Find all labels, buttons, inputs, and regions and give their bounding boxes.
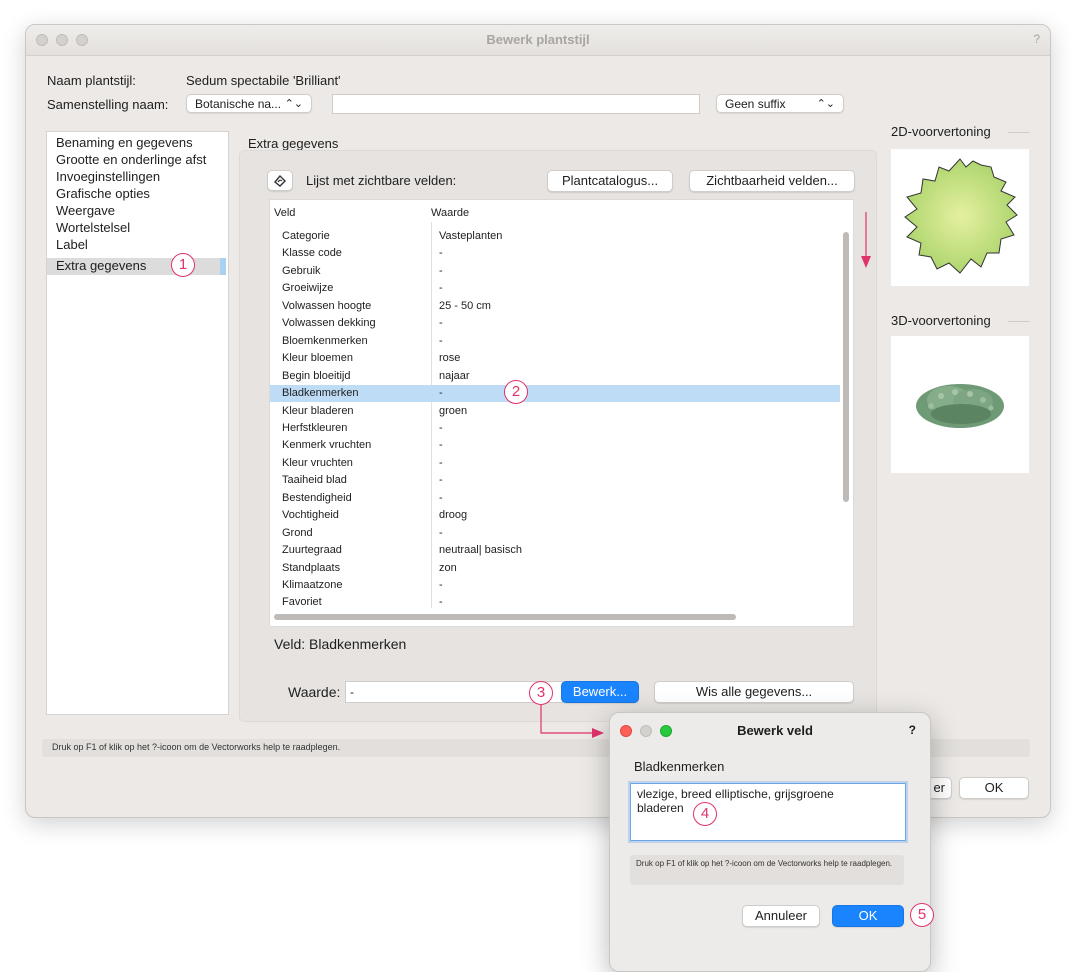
dialog-text-value: vlezige, breed elliptische, grijsgroene …: [637, 787, 834, 815]
dialog-arrow-line: [540, 703, 598, 734]
dialog-help-button[interactable]: ?: [909, 723, 916, 737]
callout-marker: 4: [693, 802, 717, 826]
dialog-title: Bewerk veld: [737, 723, 813, 738]
dialog-cancel-button[interactable]: Annuleer: [742, 905, 820, 927]
callout-marker: 1: [171, 253, 195, 277]
callout-marker: 5: [910, 903, 934, 927]
callout-marker: 2: [504, 380, 528, 404]
callout-marker: 3: [529, 681, 553, 705]
dialog-ok-button[interactable]: OK: [832, 905, 904, 927]
dialog-titlebar: Bewerk veld ?: [610, 713, 930, 747]
scroll-arrow-head: [861, 256, 871, 268]
edit-field-dialog: Bewerk veld ? Bladkenmerken vlezige, bre…: [609, 712, 931, 972]
dialog-text-area[interactable]: vlezige, breed elliptische, grijsgroene …: [630, 783, 906, 841]
dialog-field-name: Bladkenmerken: [634, 759, 725, 774]
dialog-help-bar: Druk op F1 of klik op het ?-icoon om de …: [630, 855, 904, 885]
dialog-arrow-head: [592, 728, 604, 738]
dialog-help-text: Druk op F1 of klik op het ?-icoon om de …: [636, 859, 893, 868]
